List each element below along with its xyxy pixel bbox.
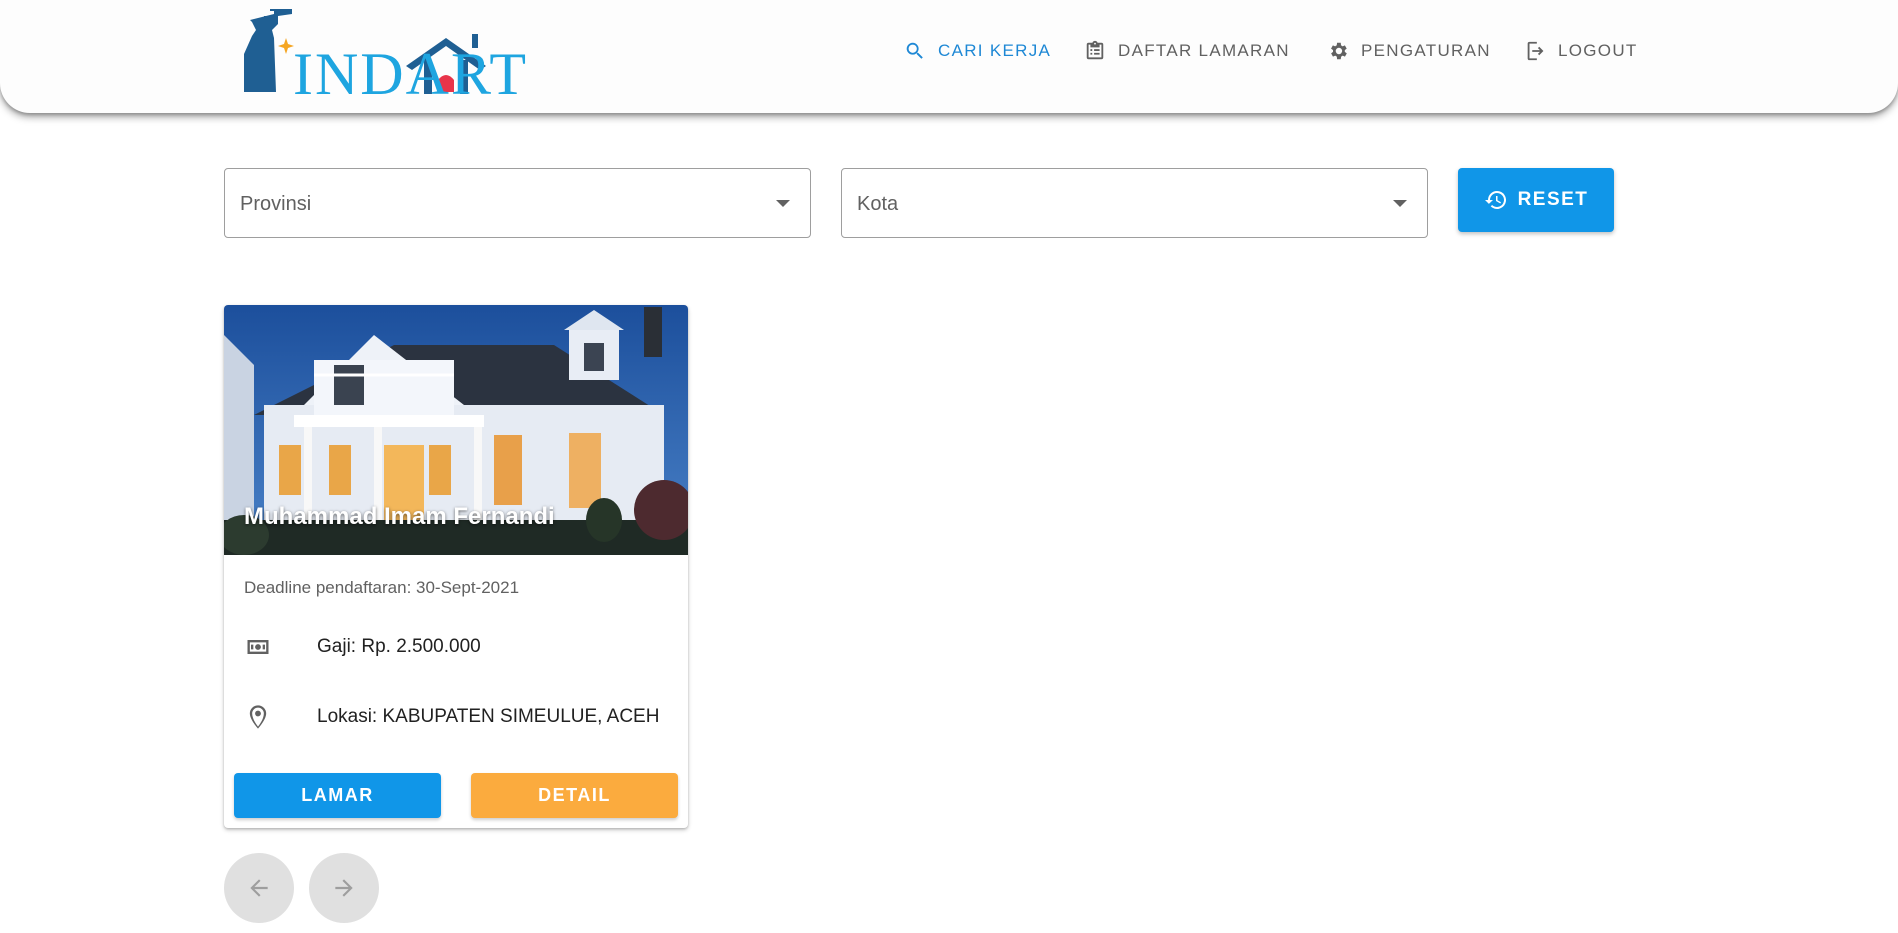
location-row: Lokasi: KABUPATEN SIMEULUE, ACEH: [244, 703, 659, 731]
kota-placeholder: Kota: [857, 193, 899, 215]
nav-cari-kerja[interactable]: CARI KERJA: [904, 40, 1051, 62]
apply-button[interactable]: LAMAR: [234, 773, 441, 818]
nav-daftar-lamaran-label: DAFTAR LAMARAN: [1118, 41, 1290, 60]
clipboard-list-icon: [1086, 40, 1104, 60]
findart-logo[interactable]: INDART: [238, 8, 558, 104]
cash-icon: [247, 640, 269, 654]
logout-icon: [1527, 41, 1544, 61]
logo-wordmark: INDART: [293, 41, 529, 107]
nav-daftar-lamaran[interactable]: DAFTAR LAMARAN: [1084, 40, 1290, 62]
chevron-down-icon: [776, 200, 790, 207]
kota-select[interactable]: Kota: [841, 168, 1428, 238]
map-marker-icon: [249, 705, 267, 729]
location-text: Lokasi: KABUPATEN SIMEULUE, ACEH: [317, 706, 660, 727]
reset-button[interactable]: RESET: [1458, 168, 1614, 232]
job-card: Muhammad Imam Fernandi Deadline pendafta…: [224, 305, 688, 828]
history-icon: [1484, 190, 1506, 209]
arrow-left-icon: [250, 879, 268, 897]
arrow-right-icon: [335, 879, 353, 897]
salary-row: Gaji: Rp. 2.500.000: [244, 633, 481, 661]
app-header: INDART CARI KERJA DAFTAR LAMARAN PENGATU…: [0, 0, 1898, 113]
chevron-down-icon: [1393, 200, 1407, 207]
provinsi-placeholder: Provinsi: [240, 193, 312, 215]
nav-pengaturan-label: PENGATURAN: [1361, 41, 1491, 60]
nav-pengaturan[interactable]: PENGATURAN: [1327, 40, 1491, 62]
gear-icon: [1331, 42, 1347, 60]
job-card-title: Muhammad Imam Fernandi: [244, 503, 555, 530]
search-icon: [906, 42, 923, 59]
nav-logout-label: LOGOUT: [1558, 41, 1638, 60]
prev-page-button[interactable]: [224, 853, 294, 923]
nav-logout[interactable]: LOGOUT: [1524, 40, 1638, 62]
reset-button-label: RESET: [1517, 189, 1589, 210]
house-photo: Muhammad Imam Fernandi: [224, 305, 688, 555]
provinsi-select[interactable]: Provinsi: [224, 168, 811, 238]
salary-text: Gaji: Rp. 2.500.000: [317, 636, 481, 657]
nav-cari-kerja-label: CARI KERJA: [938, 41, 1052, 60]
detail-button[interactable]: DETAIL: [471, 773, 678, 818]
next-page-button[interactable]: [309, 853, 379, 923]
deadline-text: Deadline pendaftaran: 30-Sept-2021: [244, 578, 520, 597]
